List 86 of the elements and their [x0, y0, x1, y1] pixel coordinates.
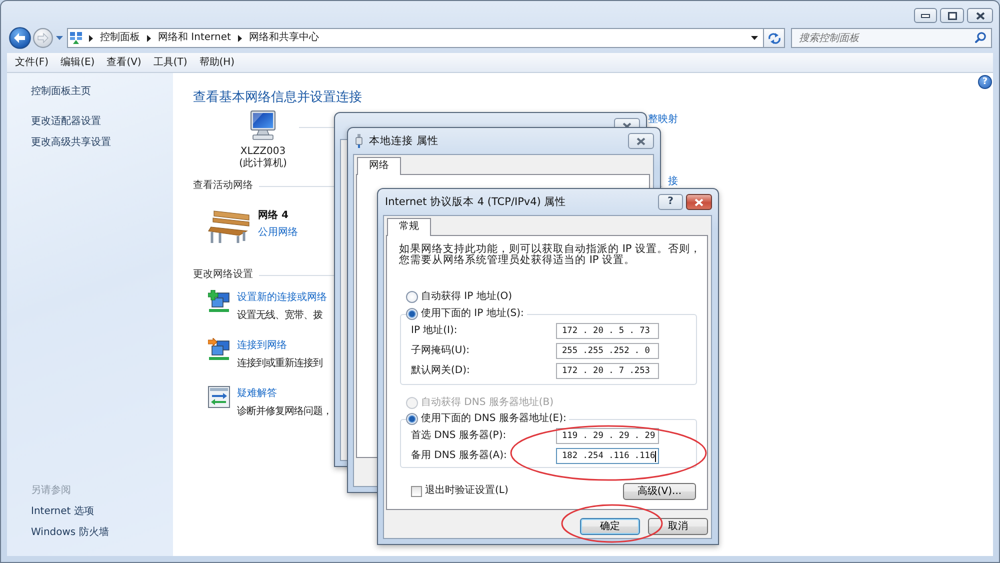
ip-address-field[interactable]: 182 .254 .116 .116: [556, 448, 659, 464]
sidebar-link[interactable]: Internet 选项: [31, 506, 94, 518]
field-label: 默认网关(D):: [411, 365, 470, 377]
dialog-button[interactable]: 确定: [580, 518, 640, 535]
sidebar-link[interactable]: 更改适配器设置: [31, 116, 101, 128]
ip-address-field[interactable]: 119 . 29 . 29 . 29: [556, 428, 659, 444]
tab[interactable]: 常规: [387, 218, 431, 236]
sidebar-link[interactable]: 控制面板主页: [31, 86, 91, 98]
field-label: 子网掩码(U):: [411, 345, 470, 357]
close-icon: [976, 12, 984, 20]
breadcrumb-link[interactable]: 网络和 Internet: [158, 32, 231, 44]
checkbox-label: 退出时验证设置(L): [425, 485, 508, 497]
close-icon: [636, 136, 646, 146]
task-description: 连接到或重新连接到: [237, 358, 322, 370]
menu-item[interactable]: 工具(T): [147, 54, 194, 72]
sidebar-link[interactable]: Windows 防火墙: [31, 527, 109, 539]
dialog-title: Internet 协议版本 4 (TCP/IPv4) 属性: [385, 196, 566, 208]
computer-icon: [248, 110, 278, 140]
field-label: 首选 DNS 服务器(P):: [411, 430, 506, 442]
field-label: IP 地址(I):: [411, 325, 458, 337]
maximize-button[interactable]: [940, 8, 964, 23]
refresh-button[interactable]: [764, 28, 785, 48]
task-link[interactable]: 疑难解答: [237, 388, 277, 400]
minimize-button[interactable]: [914, 8, 937, 23]
close-button[interactable]: [967, 8, 993, 23]
control-panel-icon: [70, 32, 82, 44]
network-name: 网络 4: [258, 210, 288, 222]
dropdown-caret-icon: [751, 36, 758, 40]
task-link[interactable]: 连接到网络: [237, 340, 287, 352]
network-arrow-icon: [208, 338, 230, 360]
task-description: 设置无线、宽带、拨: [237, 310, 322, 322]
radio-button[interactable]: [406, 308, 418, 320]
network-plus-icon: [208, 290, 230, 312]
menu-item[interactable]: 帮助(H): [193, 54, 241, 72]
section-heading: 查看活动网络: [193, 180, 253, 192]
breadcrumb-link[interactable]: 网络和共享中心: [248, 32, 319, 44]
field-label: 备用 DNS 服务器(A):: [411, 450, 507, 462]
recent-pages-button[interactable]: [56, 36, 63, 40]
dialog-button[interactable]: 取消: [648, 518, 708, 535]
bench-icon: [208, 210, 250, 244]
radio-button[interactable]: [406, 413, 418, 425]
breadcrumb-link[interactable]: 控制面板: [100, 32, 140, 44]
map-link[interactable]: 整映射: [648, 114, 678, 126]
intro-text: 如果网络支持此功能，则可以获取自动指派的 IP 设置。否则，您需要从网络系统管理员处获得适当的 IP 设置。: [399, 244, 702, 266]
dialog-title: 本地连接 属性: [369, 135, 438, 147]
see-also-heading: 另请参阅: [31, 485, 71, 497]
refresh-icon: [768, 32, 780, 44]
option-label: 使用下面的 DNS 服务器地址(E):: [421, 412, 566, 426]
option-label: 使用下面的 IP 地址(S):: [421, 306, 524, 321]
menu-item[interactable]: 文件(F): [9, 54, 55, 72]
maximize-icon: [948, 12, 956, 20]
advanced-button[interactable]: 高级(V)...: [623, 482, 696, 500]
option-label: 自动获得 IP 地址(O): [421, 291, 512, 303]
search-icon: [975, 32, 986, 43]
option-label: 自动获得 DNS 服务器地址(B): [421, 397, 554, 409]
sidebar-link[interactable]: 更改高级共享设置: [31, 137, 111, 149]
menu-item[interactable]: 编辑(E): [54, 54, 101, 72]
search-field[interactable]: 搜索控制面板: [791, 28, 992, 48]
help-button[interactable]: ?: [658, 194, 683, 210]
close-icon: [694, 198, 704, 206]
radio-button[interactable]: [406, 291, 418, 303]
ip-address-field[interactable]: 172 . 20 . 5 . 73: [556, 323, 659, 339]
network-type-link[interactable]: 公用网络: [258, 227, 298, 239]
ip-address-field[interactable]: 255 .255 .252 . 0: [556, 343, 659, 359]
breadcrumb-arrow-icon: [238, 34, 242, 42]
page-title: 查看基本网络信息并设置连接: [193, 89, 363, 107]
window-arrows-icon: [208, 386, 230, 408]
checkbox[interactable]: [411, 486, 422, 496]
breadcrumb-arrow-icon: [89, 34, 93, 42]
close-button[interactable]: [686, 194, 712, 210]
close-button[interactable]: [628, 133, 654, 149]
minimize-icon: [921, 14, 930, 18]
task-link[interactable]: 设置新的连接或网络: [237, 292, 327, 304]
tab[interactable]: 网络: [357, 157, 401, 175]
breadcrumb-arrow-icon: [147, 34, 151, 42]
computer-name: XLZZ003: [240, 146, 286, 158]
computer-caption: (此计算机): [239, 158, 287, 170]
task-description: 诊断并修复网络问题，: [237, 406, 332, 418]
menu-item[interactable]: 查看(V): [100, 54, 148, 72]
section-heading: 更改网络设置: [193, 269, 253, 281]
back-button[interactable]: [9, 27, 31, 49]
caret-icon: [56, 36, 63, 40]
connection-link[interactable]: 接: [668, 177, 678, 187]
ip-address-field[interactable]: 172 . 20 . 7 .253: [556, 363, 659, 379]
address-bar[interactable]: 控制面板 网络和 Internet 网络和共享中心: [67, 28, 764, 48]
plug-icon: [355, 134, 363, 148]
